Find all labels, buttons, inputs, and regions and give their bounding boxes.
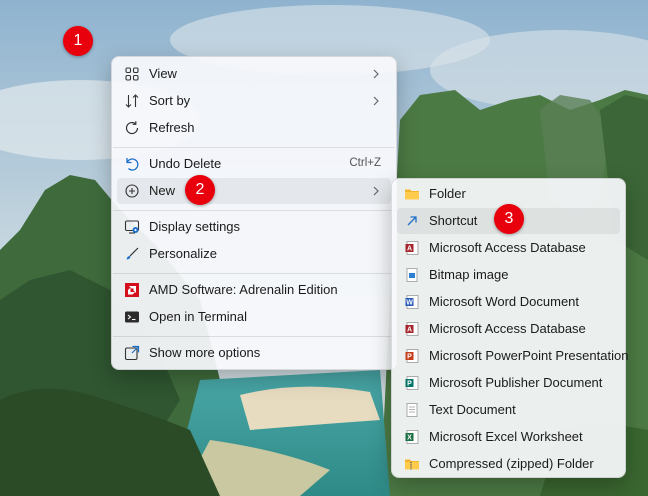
submenu-item-label: Compressed (zipped) Folder [429,456,594,471]
powerpoint-icon: P [405,349,419,363]
menu-separator [113,273,395,274]
access-icon: A [405,241,419,255]
menu-separator [113,210,395,211]
menu-item-view[interactable]: View [117,61,391,87]
menu-item-refresh[interactable]: Refresh [117,115,391,141]
shortcut-icon [407,216,417,226]
submenu-item-label: Microsoft Excel Worksheet [429,429,583,444]
terminal-icon [125,311,139,323]
keyboard-shortcut: Ctrl+Z [349,157,381,169]
grid-icon [125,67,139,81]
display-settings-icon [124,220,140,234]
submenu-item-word-document[interactable]: W Microsoft Word Document [397,289,620,315]
menu-item-label: Sort by [149,93,191,108]
menu-item-new[interactable]: New [117,178,391,204]
submenu-item-label: Microsoft Word Document [429,294,580,309]
menu-item-label: Undo Delete [149,156,222,171]
menu-separator [113,336,395,337]
chevron-right-icon [373,186,379,196]
submenu-item-bitmap-image[interactable]: Bitmap image [397,262,620,288]
menu-item-label: Personalize [149,246,217,261]
submenu-item-label: Microsoft Access Database [429,321,586,336]
menu-item-sort-by[interactable]: Sort by [117,88,391,114]
svg-text:A: A [407,246,412,253]
step-badge-3: 3 [494,204,524,234]
svg-text:A: A [407,327,412,334]
folder-icon [405,189,419,200]
excel-icon: X [405,430,419,444]
plus-circle-icon [125,184,139,198]
refresh-icon [125,121,139,135]
menu-item-show-more-options[interactable]: Show more options [117,340,391,366]
step-badge-1: 1 [63,26,93,56]
step-badge-2: 2 [185,175,215,205]
submenu-item-label: Microsoft Publisher Document [429,375,603,390]
undo-icon [126,158,139,171]
expand-icon [124,345,140,361]
amd-icon [125,283,139,297]
submenu-item-excel-worksheet[interactable]: X Microsoft Excel Worksheet [397,424,620,450]
submenu-item-text-document[interactable]: Text Document [397,397,620,423]
access-icon: A [405,322,419,336]
menu-item-label: Show more options [149,345,261,360]
menu-separator [113,147,395,148]
menu-item-label: New [149,183,176,198]
submenu-item-label: Microsoft Access Database [429,240,586,255]
text-document-icon [406,403,418,417]
menu-item-display-settings[interactable]: Display settings [117,214,391,240]
submenu-item-label: Text Document [429,402,516,417]
submenu-item-label: Microsoft PowerPoint Presentation [429,348,629,363]
menu-item-label: Open in Terminal [149,309,248,324]
submenu-item-label: Shortcut [429,213,478,228]
menu-item-label: Display settings [149,219,241,234]
menu-item-undo-delete[interactable]: Undo Delete Ctrl+Z [117,151,391,177]
menu-item-amd-software[interactable]: AMD Software: Adrenalin Edition [117,277,391,303]
submenu-item-compressed-folder[interactable]: Compressed (zipped) Folder [397,451,620,477]
sort-icon [125,94,139,108]
menu-item-label: Refresh [149,120,195,135]
brush-icon [126,247,139,260]
chevron-right-icon [373,96,379,106]
zip-folder-icon [405,459,419,470]
chevron-right-icon [373,69,379,79]
publisher-icon: P [405,376,419,390]
bitmap-icon [406,268,418,282]
menu-item-open-in-terminal[interactable]: Open in Terminal [117,304,391,330]
svg-text:X: X [407,435,412,442]
menu-item-label: AMD Software: Adrenalin Edition [149,282,338,297]
svg-text:P: P [407,381,412,388]
submenu-item-label: Folder [429,186,466,201]
submenu-item-access-database[interactable]: A Microsoft Access Database [397,235,620,261]
svg-text:P: P [407,354,412,361]
submenu-item-publisher-document[interactable]: P Microsoft Publisher Document [397,370,620,396]
word-icon: W [405,295,419,309]
menu-item-label: View [149,66,177,81]
context-menu: View Sort by Refresh Undo Delete Ctrl+Z … [111,56,397,370]
menu-item-personalize[interactable]: Personalize [117,241,391,267]
svg-text:W: W [406,300,413,307]
submenu-item-label: Bitmap image [429,267,509,282]
submenu-item-access-database[interactable]: A Microsoft Access Database [397,316,620,342]
submenu-item-powerpoint-presentation[interactable]: P Microsoft PowerPoint Presentation [397,343,628,369]
